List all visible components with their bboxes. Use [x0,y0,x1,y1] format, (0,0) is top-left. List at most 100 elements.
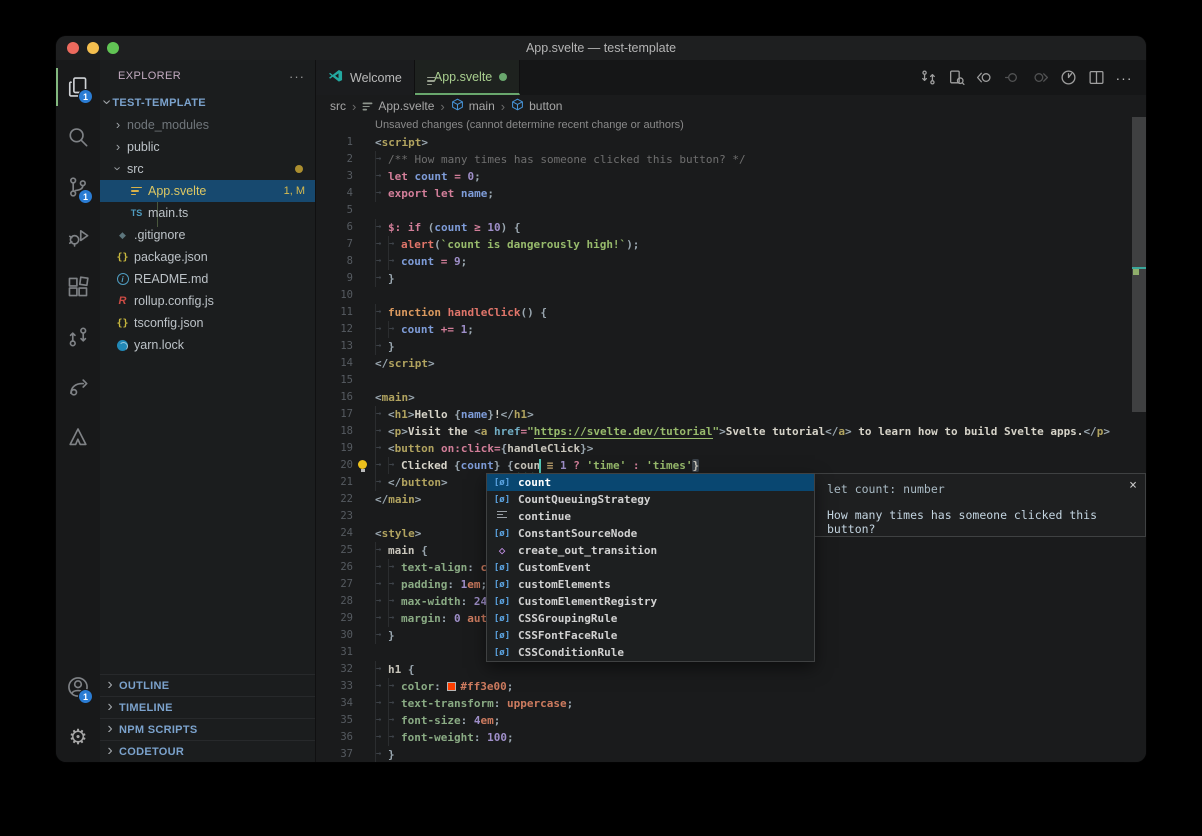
tree-file-rollup-config-js[interactable]: Rrollup.config.js [100,290,315,312]
accounts-activity-icon[interactable]: 1 [56,662,100,712]
suggestion-cssconditionrule[interactable]: [ø]CSSConditionRule [487,644,814,661]
tree-file-package-json[interactable]: {}package.json [100,246,315,268]
code-line-33[interactable]: 33→→color: #ff3e00; [316,678,1146,695]
code-editor[interactable]: Unsaved changes (cannot determine recent… [316,117,1146,762]
tree-folder-src[interactable]: ›src [100,158,315,180]
breadcrumb-separator: › [440,99,444,114]
breadcrumb-item-src[interactable]: src [330,99,346,113]
tree-folder-node-modules[interactable]: ›node_modules [100,114,315,136]
git-compare-icon[interactable] [916,66,940,90]
suggestion-continue[interactable]: continue [487,508,814,525]
code-line-35[interactable]: 35→→font-size: 4em; [316,712,1146,729]
code-line-19[interactable]: 19→<button on:click={handleClick}> [316,440,1146,457]
code-line-17[interactable]: 17→<h1>Hello {name}!</h1> [316,406,1146,423]
suggestion-count[interactable]: [ø]count [487,474,814,491]
suggestion-create_out_transition[interactable]: ◇create_out_transition [487,542,814,559]
section-codetour[interactable]: ›CODETOUR [100,740,315,762]
breadcrumb-item-main[interactable]: main [451,98,495,114]
breadcrumb-item-app-svelte[interactable]: App.svelte [362,99,434,113]
azure-activity-icon[interactable] [56,412,100,462]
titlebar[interactable]: App.svelte — test-template [56,36,1146,60]
section-timeline[interactable]: ›TIMELINE [100,696,315,718]
suggestion-label: CSSConditionRule [518,646,624,659]
suggestion-customelements[interactable]: [ø]customElements [487,576,814,593]
tree-file-tsconfig-json[interactable]: {}tsconfig.json [100,312,315,334]
tree-file-readme-md[interactable]: iREADME.md [100,268,315,290]
tree-file-yarn-lock[interactable]: yarn.lock [100,334,315,356]
suggestion-countqueuingstrategy[interactable]: [ø]CountQueuingStrategy [487,491,814,508]
line-number: 6 [316,219,375,236]
extensions-activity-icon[interactable] [56,262,100,312]
nav-back-icon[interactable] [972,66,996,90]
more-actions-icon[interactable]: ··· [1112,66,1136,90]
code-line-14[interactable]: 14</script> [316,355,1146,372]
split-editor-icon[interactable] [1084,66,1108,90]
prev-change-icon[interactable] [1000,66,1024,90]
code-line-15[interactable]: 15 [316,372,1146,389]
code-line-8[interactable]: 8→→count = 9; [316,253,1146,270]
close-icon[interactable]: × [1129,478,1137,493]
code-line-20[interactable]: 20→→Clicked {count} {coun ≡ 1 ? 'time' :… [316,457,1146,474]
code-line-5[interactable]: 5 [316,202,1146,219]
modified-dot[interactable] [499,73,507,81]
suggestion-customelementregistry[interactable]: [ø]CustomElementRegistry [487,593,814,610]
suggestion-label: CustomEvent [518,561,591,574]
editor-scrollbar[interactable] [1132,117,1146,762]
suggestion-constantsourcenode[interactable]: [ø]ConstantSourceNode [487,525,814,542]
code-line-12[interactable]: 12→→count += 1; [316,321,1146,338]
open-changes-icon[interactable] [944,66,968,90]
code-line-34[interactable]: 34→→text-transform: uppercase; [316,695,1146,712]
breadcrumb-label: main [469,99,495,113]
suggestion-cssgroupingrule[interactable]: [ø]CSSGroupingRule [487,610,814,627]
run-file-icon[interactable] [1056,66,1080,90]
workspace-root-row[interactable]: › TEST-TEMPLATE [100,92,315,114]
code-line-7[interactable]: 7→→alert(`count is dangerously high!`); [316,236,1146,253]
code-line-37[interactable]: 37→} [316,746,1146,762]
explorer-activity-icon[interactable]: 1 [56,62,100,112]
code-line-10[interactable]: 10 [316,287,1146,304]
code-line-9[interactable]: 9→} [316,270,1146,287]
section-npm-scripts[interactable]: ›NPM SCRIPTS [100,718,315,740]
svelte-file-icon [363,102,373,110]
tree-file-main-ts[interactable]: TSmain.ts [100,202,315,224]
chevron-icon: › [111,162,126,174]
settings-activity-icon[interactable]: ⚙ [56,712,100,762]
lightbulb-icon[interactable] [357,460,368,471]
git-status-badge: 1, M [284,185,305,197]
tree-file--gitignore[interactable]: ◆.gitignore [100,224,315,246]
run-debug-activity-icon[interactable] [56,212,100,262]
code-line-36[interactable]: 36→→font-weight: 100; [316,729,1146,746]
tab-welcome[interactable]: Welcome [316,60,415,95]
code-line-3[interactable]: 3→let count = 0; [316,168,1146,185]
breadcrumb-item-button[interactable]: button [511,98,562,114]
suggestion-customevent[interactable]: [ø] CustomEvent [487,559,814,576]
code-line-32[interactable]: 32→h1 { [316,661,1146,678]
live-share-activity-icon[interactable] [56,362,100,412]
code-line-13[interactable]: 13→} [316,338,1146,355]
code-line-1[interactable]: 1<script> [316,134,1146,151]
badge: 1 [78,689,93,704]
code-line-6[interactable]: 6→$: if (count ≥ 10) { [316,219,1146,236]
tree-folder-public[interactable]: ›public [100,136,315,158]
line-number: 25 [316,542,375,559]
line-number: 29 [316,610,375,627]
tab-label: Welcome [350,71,402,85]
code-line-11[interactable]: 11→function handleClick() { [316,304,1146,321]
source-control-activity-icon[interactable]: 1 [56,162,100,212]
tab-app-svelte[interactable]: App.svelte [415,60,520,95]
code-line-4[interactable]: 4→export let name; [316,185,1146,202]
tree-file-app-svelte[interactable]: App.svelte1, M [100,180,315,202]
explorer-more-actions-icon[interactable]: ··· [289,69,305,84]
search-activity-icon[interactable] [56,112,100,162]
code-line-18[interactable]: 18→<p>Visit the <a href="https://svelte.… [316,423,1146,440]
suggestion-cssfontfacerule[interactable]: [ø]CSSFontFaceRule [487,627,814,644]
variable-symbol-icon: [ø] [492,563,512,573]
next-change-icon[interactable] [1028,66,1052,90]
github-pr-activity-icon[interactable] [56,312,100,362]
code-line-2[interactable]: 2→/** How many times has someone clicked… [316,151,1146,168]
section-outline[interactable]: ›OUTLINE [100,674,315,696]
variable-symbol-icon: [ø] [492,580,512,590]
code-line-16[interactable]: 16<main> [316,389,1146,406]
scrollbar-thumb[interactable] [1132,117,1146,412]
line-number: 2 [316,151,375,168]
